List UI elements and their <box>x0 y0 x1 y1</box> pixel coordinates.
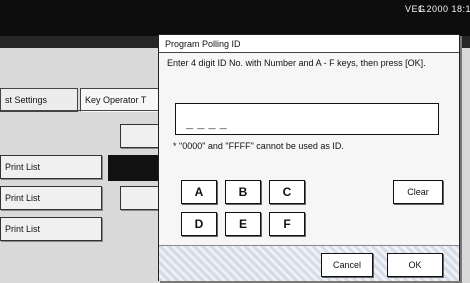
key-c-button[interactable]: C <box>269 180 305 204</box>
background-selected-item[interactable] <box>108 155 160 181</box>
screen: VEG 1.2000 18:12AM st Settings Key Opera… <box>0 0 470 283</box>
tab-key-operator-tools[interactable]: Key Operator T <box>80 88 170 112</box>
print-list-label: Print List <box>5 224 41 234</box>
key-d-button[interactable]: D <box>181 212 217 236</box>
tab-system-settings[interactable]: st Settings <box>0 88 78 112</box>
cancel-button[interactable]: Cancel <box>321 253 373 277</box>
tab-divider <box>0 110 170 111</box>
print-list-label: Print List <box>5 193 41 203</box>
key-b-button[interactable]: B <box>225 180 261 204</box>
clear-button[interactable]: Clear <box>393 180 443 204</box>
key-e-button[interactable]: E <box>225 212 261 236</box>
dialog-instruction: Enter 4 digit ID No. with Number and A -… <box>167 58 426 68</box>
ok-button[interactable]: OK <box>387 253 443 277</box>
id-input-field[interactable]: ____ <box>175 103 439 135</box>
print-list-button[interactable]: Print List <box>0 155 102 179</box>
status-bar: VEG 1.2000 18:12AM <box>0 0 470 36</box>
key-a-button[interactable]: A <box>181 180 217 204</box>
print-list-label: Print List <box>5 162 41 172</box>
tab-label: st Settings <box>5 95 48 105</box>
program-polling-id-dialog: Program Polling ID Enter 4 digit ID No. … <box>158 34 460 281</box>
tab-label: Key Operator T <box>85 95 147 105</box>
print-list-button[interactable]: Print List <box>0 217 102 241</box>
key-f-button[interactable]: F <box>269 212 305 236</box>
status-datetime: 1.2000 18:12AM <box>418 4 470 14</box>
print-list-button[interactable]: Print List <box>0 186 102 210</box>
dialog-title: Program Polling ID <box>159 35 459 53</box>
invalid-id-note: * "0000" and "FFFF" cannot be used as ID… <box>173 141 344 151</box>
id-input-value: ____ <box>186 118 231 132</box>
